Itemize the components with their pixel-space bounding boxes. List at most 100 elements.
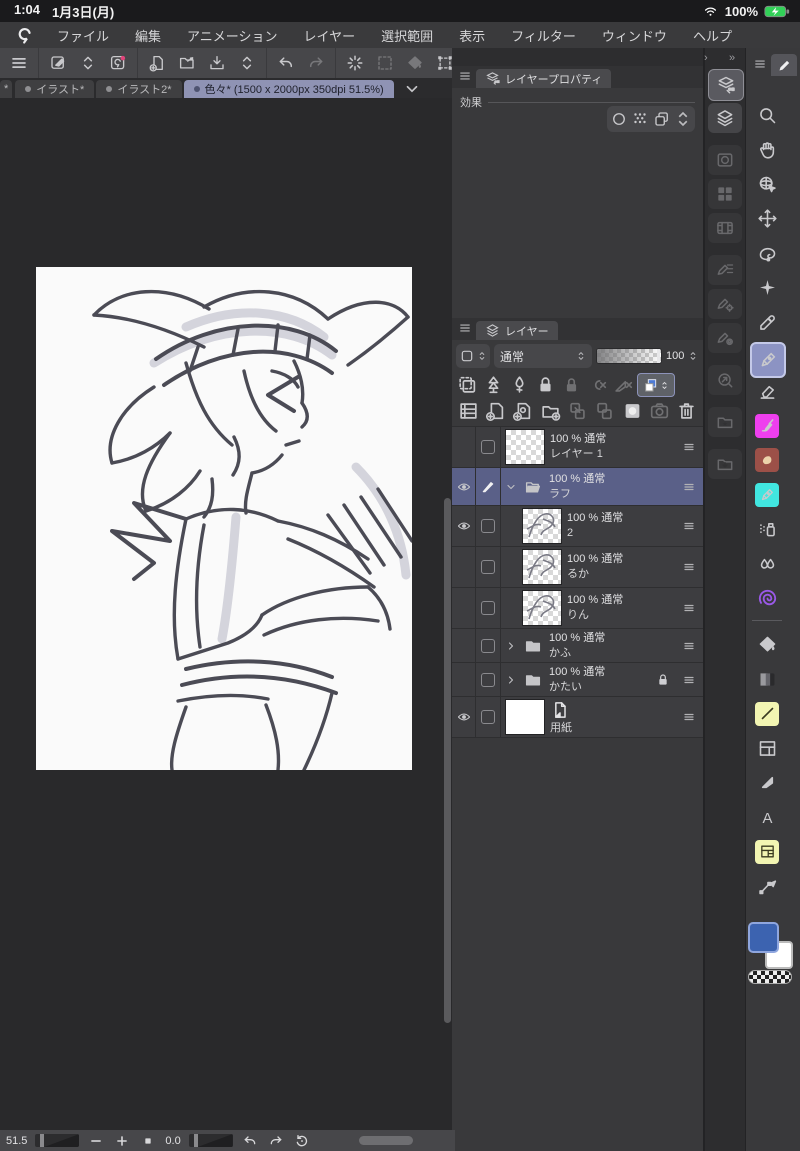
layer-checkbox-cell[interactable] xyxy=(476,468,501,505)
menu-8[interactable]: ウィンドウ xyxy=(589,26,680,45)
tool-selection[interactable] xyxy=(752,238,782,268)
layer-thumbnail[interactable] xyxy=(505,699,545,735)
zoom-in-icon[interactable] xyxy=(113,1133,131,1149)
tool-zoom[interactable] xyxy=(752,100,782,130)
main-menu-button[interactable] xyxy=(6,51,32,75)
layer-row-menu-icon[interactable] xyxy=(682,481,696,493)
deselect-button[interactable] xyxy=(372,51,398,75)
layer-visibility-cell[interactable] xyxy=(452,427,476,467)
canvas-horizontal-scrollbar[interactable] xyxy=(358,1136,413,1145)
layer-row-2[interactable]: 100 % 通常 2 xyxy=(452,506,703,547)
blend-mode-dropdown[interactable]: 通常 xyxy=(494,344,592,368)
tool-marker[interactable] xyxy=(752,480,782,510)
panel-menu-icon[interactable] xyxy=(458,321,472,335)
new-vector-layer-button[interactable] xyxy=(510,399,536,423)
layer-checkbox[interactable] xyxy=(481,560,495,574)
layer-row-ラフ[interactable]: 100 % 通常 ラフ xyxy=(452,468,703,506)
canvas-tab-partial[interactable]: * xyxy=(0,80,13,98)
new-layer-button[interactable] xyxy=(482,399,508,423)
tool-operation[interactable] xyxy=(752,169,782,199)
canvas-vertical-scrollbar[interactable] xyxy=(444,498,451,1023)
tool-gradient[interactable] xyxy=(752,664,782,694)
zoom-out-icon[interactable] xyxy=(87,1133,105,1149)
layer-row-るか[interactable]: 100 % 通常 るか xyxy=(452,547,703,588)
panel-button-navigator[interactable] xyxy=(708,145,742,175)
canvas-tab-3[interactable]: 色々* (1500 x 2000px 350dpi 51.5%) xyxy=(183,80,394,98)
panel-button-subtool-detail[interactable] xyxy=(708,323,742,353)
tool-hand[interactable] xyxy=(752,135,782,165)
folder-collapse-icon[interactable] xyxy=(505,481,517,493)
layer-row-menu-icon[interactable] xyxy=(682,640,696,652)
canvas-tab-2[interactable]: イラスト2* xyxy=(96,80,182,98)
tool-decoration[interactable] xyxy=(752,583,782,613)
menu-3[interactable]: アニメーション xyxy=(174,26,290,45)
panel-button-folder-download[interactable] xyxy=(708,449,742,479)
rotate-left-icon[interactable] xyxy=(241,1133,259,1149)
rotate-reset-icon[interactable] xyxy=(293,1133,311,1149)
layer-checkbox-cell[interactable] xyxy=(476,427,501,467)
layer-color-toggle[interactable] xyxy=(637,373,675,397)
open-folder-button[interactable] xyxy=(174,51,200,75)
foreground-color-swatch[interactable] xyxy=(748,922,779,953)
rotate-right-icon[interactable] xyxy=(267,1133,285,1149)
layer-row-レイヤー 1[interactable]: 100 % 通常 レイヤー 1 xyxy=(452,427,703,468)
spinner-button[interactable] xyxy=(342,51,368,75)
clipstudio-logo-icon[interactable] xyxy=(14,25,36,45)
layer-row-menu-icon[interactable] xyxy=(682,561,696,573)
rotate-slider[interactable] xyxy=(188,1134,233,1147)
panel-button-subtool-list[interactable] xyxy=(708,255,742,285)
tab-overflow-chevron-icon[interactable] xyxy=(400,80,424,98)
clipstudio-badge-button[interactable] xyxy=(105,51,131,75)
brush-size-box[interactable] xyxy=(456,344,490,368)
camera-button[interactable] xyxy=(646,399,672,423)
layer-row-menu-icon[interactable] xyxy=(682,711,696,723)
panel-button-subtool-gear[interactable] xyxy=(708,289,742,319)
layer-checkbox-cell[interactable] xyxy=(476,506,501,546)
layer-thumbnail[interactable] xyxy=(522,590,562,626)
lock-pixels-button[interactable] xyxy=(559,374,584,396)
collapse-chevron-2[interactable]: » xyxy=(729,52,736,64)
layer-checkbox-cell[interactable] xyxy=(476,697,501,737)
layer-list-button[interactable] xyxy=(455,399,481,423)
layer-thumbnail[interactable] xyxy=(522,549,562,585)
layer-row-りん[interactable]: 100 % 通常 りん xyxy=(452,588,703,629)
menu-4[interactable]: レイヤー xyxy=(291,26,369,45)
tool-blend[interactable] xyxy=(752,549,782,579)
transfer-down-button[interactable] xyxy=(564,399,590,423)
collapse-chevron-1[interactable]: › xyxy=(704,52,709,64)
menu-2[interactable]: 編集 xyxy=(122,26,174,45)
canvas-document[interactable] xyxy=(36,267,412,770)
redo-button[interactable] xyxy=(303,51,329,75)
trash-button[interactable] xyxy=(674,399,700,423)
panel-button-timeline[interactable] xyxy=(708,213,742,243)
tool-pen[interactable] xyxy=(750,341,786,378)
tool-panel-material[interactable] xyxy=(752,837,782,867)
layer-row-かたい[interactable]: 100 % 通常 かたい xyxy=(452,663,703,697)
menu-5[interactable]: 選択範囲 xyxy=(368,26,446,45)
menu-1[interactable]: ファイル xyxy=(44,26,122,45)
transparent-color-swatch[interactable] xyxy=(748,970,792,984)
layer-row-用紙[interactable]: 用紙 xyxy=(452,697,703,738)
tool-line-correct[interactable] xyxy=(752,871,782,901)
layer-row-かふ[interactable]: 100 % 通常 かふ xyxy=(452,629,703,663)
new-file-button[interactable] xyxy=(144,51,170,75)
tool-pastel[interactable] xyxy=(752,445,782,475)
tab-layer-property[interactable]: レイヤープロパティ xyxy=(476,69,612,88)
clip-thumbnail-button[interactable] xyxy=(455,374,480,396)
layer-checkbox-cell[interactable] xyxy=(476,588,501,628)
fit-screen-icon[interactable] xyxy=(139,1133,157,1149)
panel-button-folder-star[interactable]: ★ xyxy=(708,407,742,437)
save-button[interactable] xyxy=(204,51,230,75)
chevron-updown-button[interactable] xyxy=(234,51,260,75)
layer-visibility-cell[interactable] xyxy=(452,506,476,546)
tool-text[interactable]: A xyxy=(752,802,782,832)
panel-button-layers[interactable] xyxy=(708,103,742,133)
border-effect-icon[interactable] xyxy=(610,110,628,128)
layer-checkbox-cell[interactable] xyxy=(476,547,501,587)
layer-visibility-cell[interactable] xyxy=(452,629,476,662)
new-folder-button[interactable] xyxy=(537,399,563,423)
layer-visibility-cell[interactable] xyxy=(452,697,476,737)
panel-menu-icon[interactable] xyxy=(458,69,472,83)
layer-visibility-cell[interactable] xyxy=(452,547,476,587)
tool-menu-icon[interactable] xyxy=(753,57,767,71)
